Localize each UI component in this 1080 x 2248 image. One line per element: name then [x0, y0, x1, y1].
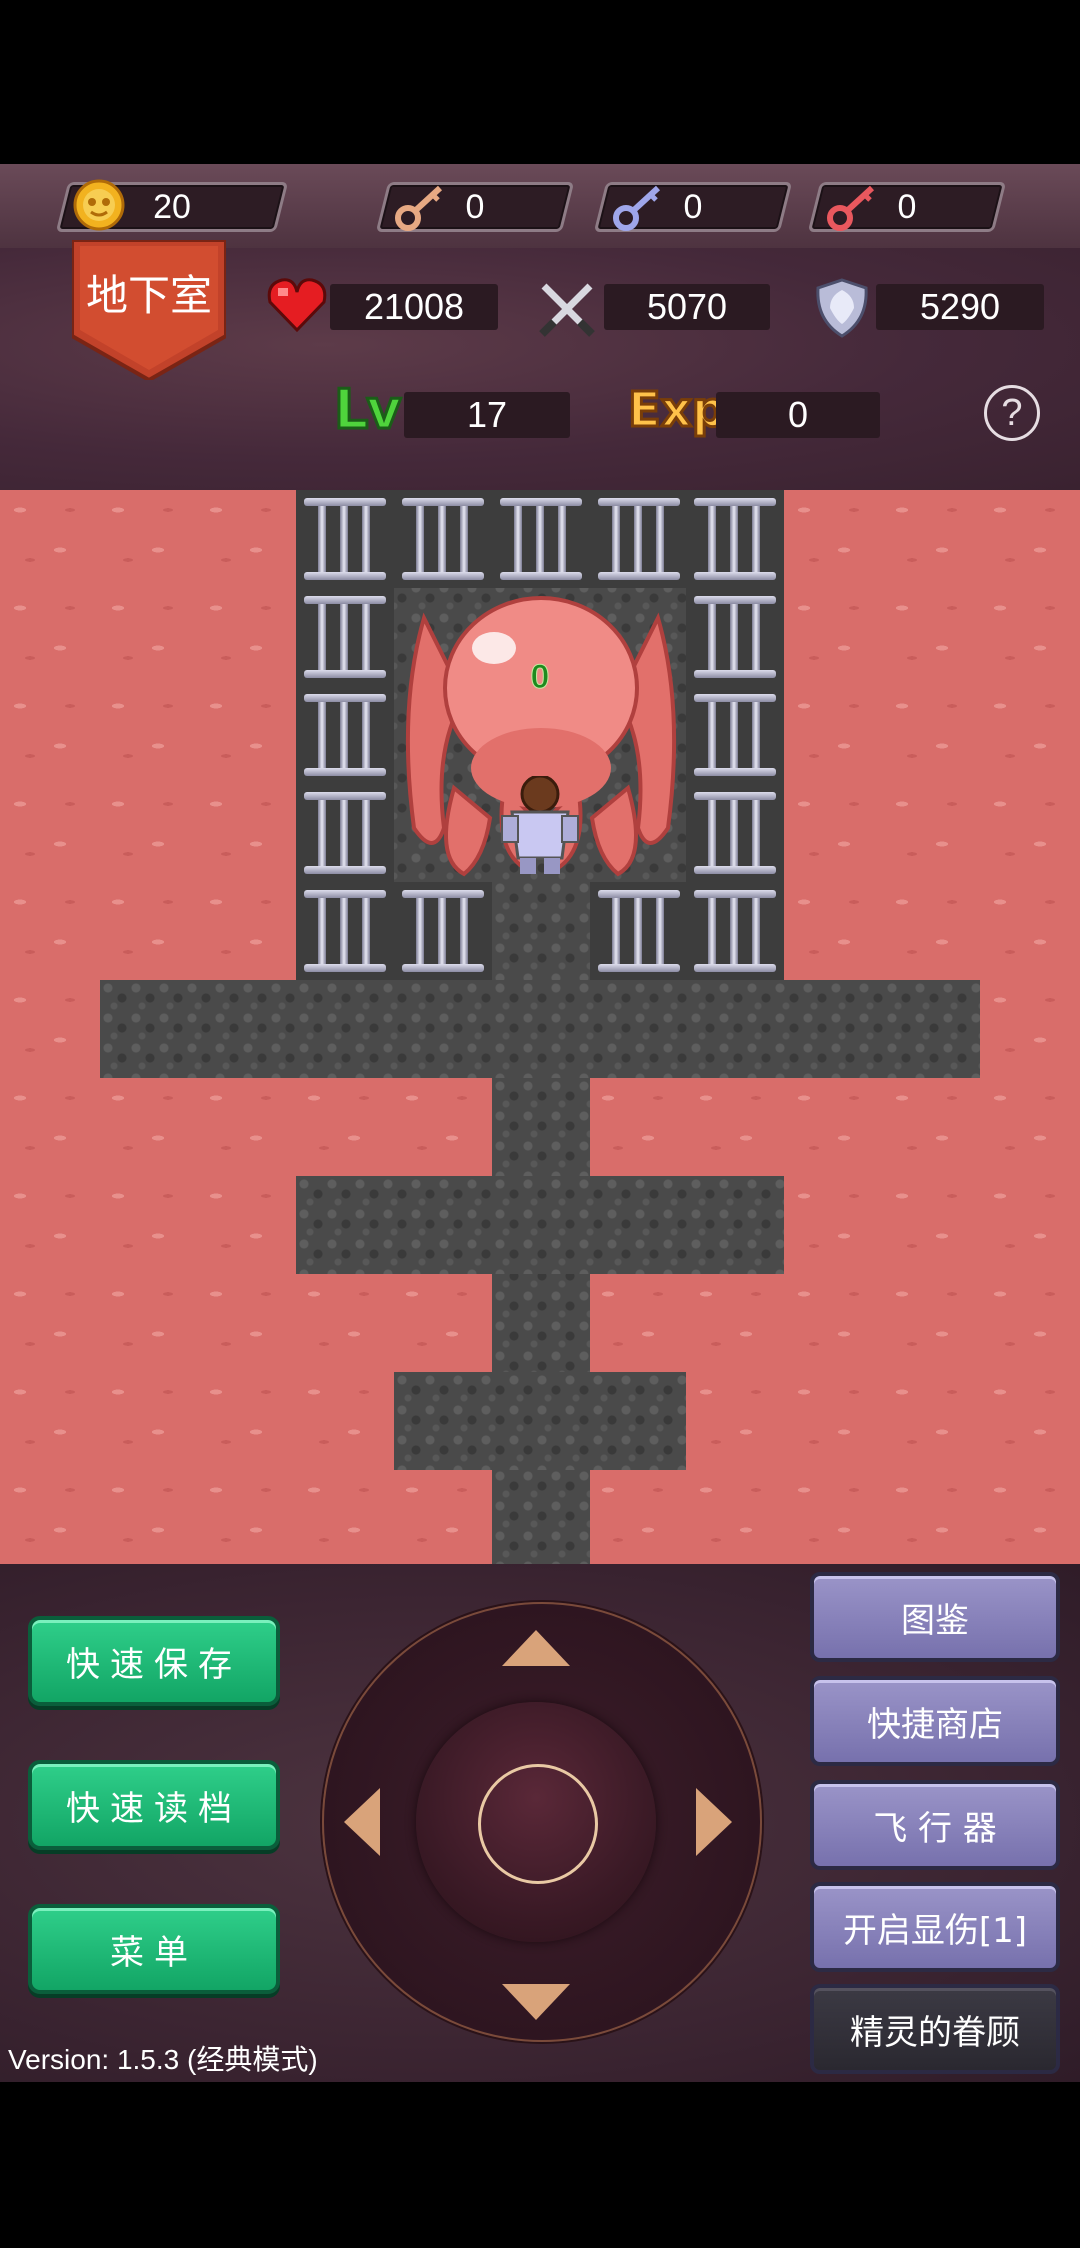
iron-bars — [394, 490, 492, 588]
iron-bars — [296, 588, 394, 686]
help-button[interactable]: ? — [984, 385, 1040, 441]
floor-path — [296, 1176, 784, 1274]
defense-box: 5290 — [876, 284, 1044, 330]
boss-damage-label: 0 — [530, 658, 550, 697]
quick-load-button[interactable]: 快速读档 — [28, 1760, 280, 1850]
attack-box: 5070 — [604, 284, 770, 330]
iron-bars — [296, 882, 394, 980]
defense-value: 5290 — [919, 286, 1001, 327]
flyer-button[interactable]: 飞 行 器 — [810, 1780, 1060, 1870]
coin-icon — [73, 179, 125, 231]
level-box: 17 — [404, 392, 570, 438]
resource-bar: 20 0 0 0 — [0, 164, 1080, 251]
iron-bars — [686, 588, 784, 686]
iron-bars — [590, 882, 688, 980]
blue-key-icon — [613, 185, 661, 231]
level-label: Lv — [333, 377, 404, 443]
menu-button[interactable]: 菜单 — [28, 1904, 280, 1994]
left-arrow-icon[interactable] — [344, 1788, 380, 1856]
up-arrow-icon[interactable] — [502, 1630, 570, 1666]
right-arrow-icon[interactable] — [696, 1788, 732, 1856]
iron-bars — [296, 784, 394, 882]
show-damage-button[interactable]: 开启显伤[1] — [810, 1882, 1060, 1972]
shield-icon — [816, 278, 868, 338]
level-value: 17 — [466, 394, 508, 435]
exp-box: 0 — [716, 392, 880, 438]
attack-value: 5070 — [646, 286, 728, 327]
quick-save-button[interactable]: 快速保存 — [28, 1616, 280, 1706]
quick-shop-button[interactable]: 快捷商店 — [810, 1676, 1060, 1766]
game-map[interactable]: 0 — [0, 490, 1080, 1564]
floor-path — [394, 1372, 686, 1470]
iron-bars — [296, 686, 394, 784]
hero-sprite[interactable] — [490, 776, 590, 876]
iron-bars — [686, 784, 784, 882]
floor-path — [100, 980, 980, 1078]
iron-bars — [394, 882, 492, 980]
down-arrow-icon[interactable] — [502, 1984, 570, 2020]
exp-value: 0 — [787, 394, 809, 435]
floor-path — [492, 1078, 590, 1564]
version-label: Version: 1.5.3 (经典模式) — [8, 2044, 318, 2075]
hp-box: 21008 — [330, 284, 498, 330]
iron-bars — [590, 490, 688, 588]
hp-value: 21008 — [363, 286, 465, 327]
joystick-ring — [478, 1764, 598, 1884]
swords-icon — [539, 283, 595, 337]
fairy-favor-button[interactable]: 精灵的眷顾 — [810, 1984, 1060, 2074]
heart-icon — [267, 278, 327, 333]
compendium-button[interactable]: 图鉴 — [810, 1572, 1060, 1662]
red-key-icon — [827, 185, 875, 231]
iron-bars — [686, 882, 784, 980]
iron-bars — [492, 490, 590, 588]
floor-name: 地下室 — [85, 271, 212, 320]
iron-bars — [686, 686, 784, 784]
iron-bars — [686, 490, 784, 588]
yellow-key-icon — [395, 185, 443, 231]
exp-label: Exp — [626, 381, 727, 440]
iron-bars — [296, 490, 394, 588]
